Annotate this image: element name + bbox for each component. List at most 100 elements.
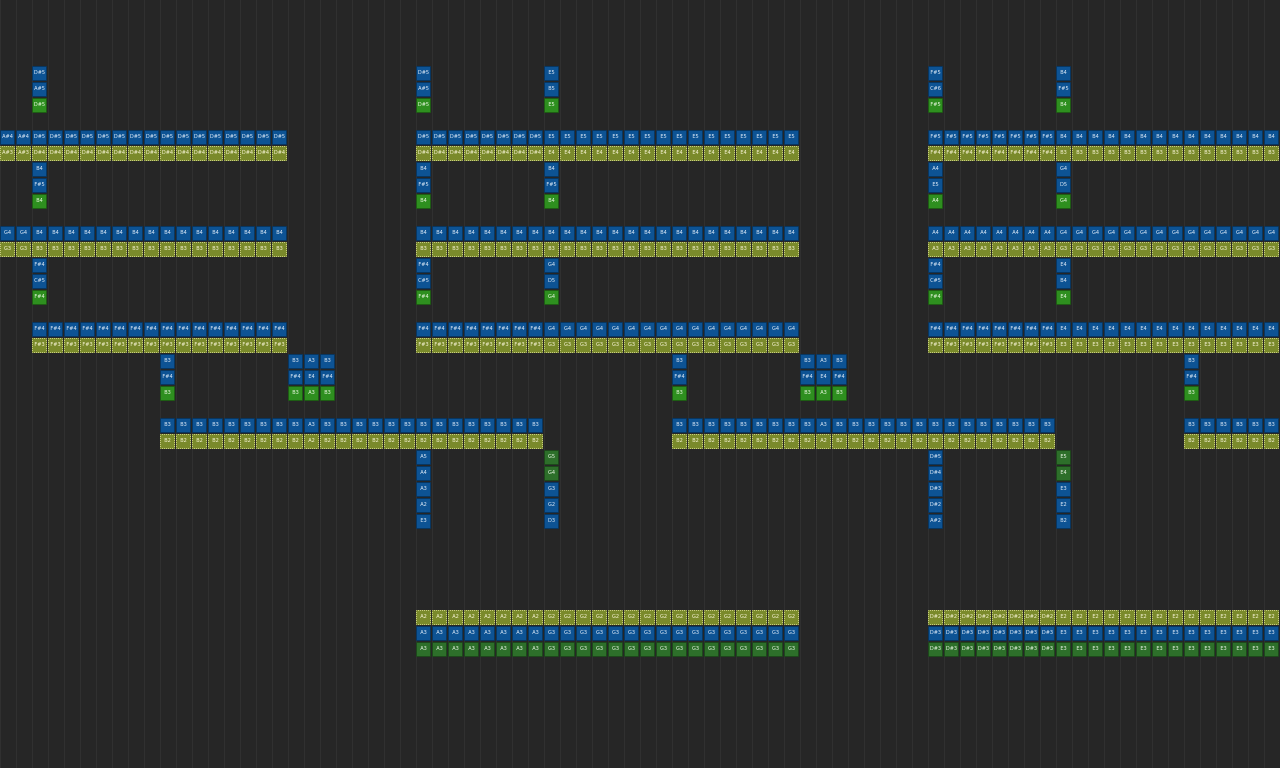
note-block[interactable]: B3 (880, 418, 895, 433)
note-block[interactable]: G3 (704, 338, 719, 353)
note-block[interactable]: A#5 (416, 82, 431, 97)
note-block[interactable]: D#4 (208, 146, 223, 161)
note-block[interactable]: E5 (656, 130, 671, 145)
note-block[interactable]: B3 (720, 418, 735, 433)
note-block[interactable]: A3 (416, 642, 431, 657)
note-block[interactable]: F#4 (288, 370, 303, 385)
note-block[interactable]: A4 (928, 226, 943, 241)
note-block[interactable]: E4 (1248, 322, 1263, 337)
note-block[interactable]: F#5 (1024, 130, 1039, 145)
note-block[interactable]: G3 (672, 642, 687, 657)
note-block[interactable]: B3 (512, 242, 527, 257)
note-block[interactable]: B3 (544, 242, 559, 257)
note-block[interactable]: F#4 (800, 370, 815, 385)
note-block[interactable]: F#3 (944, 338, 959, 353)
note-block[interactable]: A2 (512, 610, 527, 625)
note-block[interactable]: B4 (608, 226, 623, 241)
note-block[interactable]: G2 (656, 610, 671, 625)
note-block[interactable]: F#4 (144, 322, 159, 337)
note-block[interactable]: B3 (528, 418, 543, 433)
note-block[interactable]: G3 (1232, 242, 1247, 257)
note-block[interactable]: A4 (928, 162, 943, 177)
note-block[interactable]: B4 (240, 226, 255, 241)
note-block[interactable]: F#3 (64, 338, 79, 353)
note-block[interactable]: D#4 (64, 146, 79, 161)
note-block[interactable]: E3 (1200, 642, 1215, 657)
note-block[interactable]: B2 (448, 434, 463, 449)
note-block[interactable]: B3 (272, 418, 287, 433)
note-block[interactable]: D#4 (80, 146, 95, 161)
note-block[interactable]: B3 (1168, 146, 1183, 161)
note-block[interactable]: D#2 (1024, 610, 1039, 625)
note-block[interactable]: B3 (832, 354, 847, 369)
note-block[interactable]: A4 (928, 194, 943, 209)
note-block[interactable]: A4 (944, 226, 959, 241)
note-block[interactable]: G4 (544, 466, 559, 481)
note-block[interactable]: F#4 (160, 370, 175, 385)
note-block[interactable]: A2 (304, 434, 319, 449)
note-block[interactable]: B3 (800, 418, 815, 433)
note-block[interactable]: F#4 (192, 322, 207, 337)
note-block[interactable]: B4 (720, 226, 735, 241)
note-block[interactable]: G4 (1088, 226, 1103, 241)
note-block[interactable]: D#5 (240, 130, 255, 145)
note-block[interactable]: B3 (256, 242, 271, 257)
note-block[interactable]: G3 (560, 642, 575, 657)
note-block[interactable]: G3 (736, 338, 751, 353)
note-block[interactable]: B3 (624, 242, 639, 257)
note-block[interactable]: E2 (1120, 610, 1135, 625)
note-block[interactable]: D#3 (960, 626, 975, 641)
note-block[interactable]: F#5 (1056, 82, 1071, 97)
note-block[interactable]: B3 (832, 386, 847, 401)
note-block[interactable]: G4 (544, 258, 559, 273)
note-block[interactable]: A3 (816, 418, 831, 433)
note-block[interactable]: F#3 (512, 338, 527, 353)
note-block[interactable]: B4 (32, 162, 47, 177)
note-block[interactable]: B3 (1024, 418, 1039, 433)
note-block[interactable]: B3 (1136, 146, 1151, 161)
note-block[interactable]: B3 (1104, 146, 1119, 161)
note-block[interactable]: G3 (592, 338, 607, 353)
note-block[interactable]: B2 (944, 434, 959, 449)
note-block[interactable]: A4 (960, 226, 975, 241)
note-block[interactable]: B3 (848, 418, 863, 433)
note-block[interactable]: E4 (1216, 322, 1231, 337)
note-block[interactable]: E4 (1184, 322, 1199, 337)
note-block[interactable]: F#4 (992, 146, 1007, 161)
note-block[interactable]: E3 (1168, 642, 1183, 657)
note-block[interactable]: G3 (624, 626, 639, 641)
note-block[interactable]: B3 (432, 418, 447, 433)
note-block[interactable]: D#4 (112, 146, 127, 161)
note-block[interactable]: F#4 (832, 370, 847, 385)
note-block[interactable]: G3 (656, 626, 671, 641)
note-block[interactable]: A#2 (928, 514, 943, 529)
note-block[interactable]: D#4 (496, 146, 511, 161)
note-block[interactable]: A2 (416, 498, 431, 513)
note-block[interactable]: B4 (1072, 130, 1087, 145)
note-block[interactable]: E5 (720, 130, 735, 145)
note-block[interactable]: E3 (1152, 642, 1167, 657)
note-block[interactable]: G4 (672, 322, 687, 337)
note-block[interactable]: B4 (560, 226, 575, 241)
note-block[interactable]: B3 (704, 242, 719, 257)
note-block[interactable]: A4 (976, 226, 991, 241)
note-block[interactable]: B2 (1184, 434, 1199, 449)
note-block[interactable]: F#4 (672, 370, 687, 385)
note-block[interactable]: E4 (704, 146, 719, 161)
note-block[interactable]: G3 (576, 642, 591, 657)
note-block[interactable]: B3 (800, 354, 815, 369)
note-block[interactable]: F#4 (960, 322, 975, 337)
note-block[interactable]: E5 (928, 178, 943, 193)
note-block[interactable]: G4 (1248, 226, 1263, 241)
note-block[interactable]: F#4 (32, 322, 47, 337)
note-block[interactable]: B2 (224, 434, 239, 449)
note-block[interactable]: B2 (512, 434, 527, 449)
note-block[interactable]: G4 (608, 322, 623, 337)
note-block[interactable]: D#5 (416, 98, 431, 113)
note-block[interactable]: B4 (704, 226, 719, 241)
note-block[interactable]: A4 (1040, 226, 1055, 241)
note-block[interactable]: G3 (704, 642, 719, 657)
note-block[interactable]: G2 (704, 610, 719, 625)
note-block[interactable]: B2 (288, 434, 303, 449)
note-block[interactable]: B3 (352, 418, 367, 433)
